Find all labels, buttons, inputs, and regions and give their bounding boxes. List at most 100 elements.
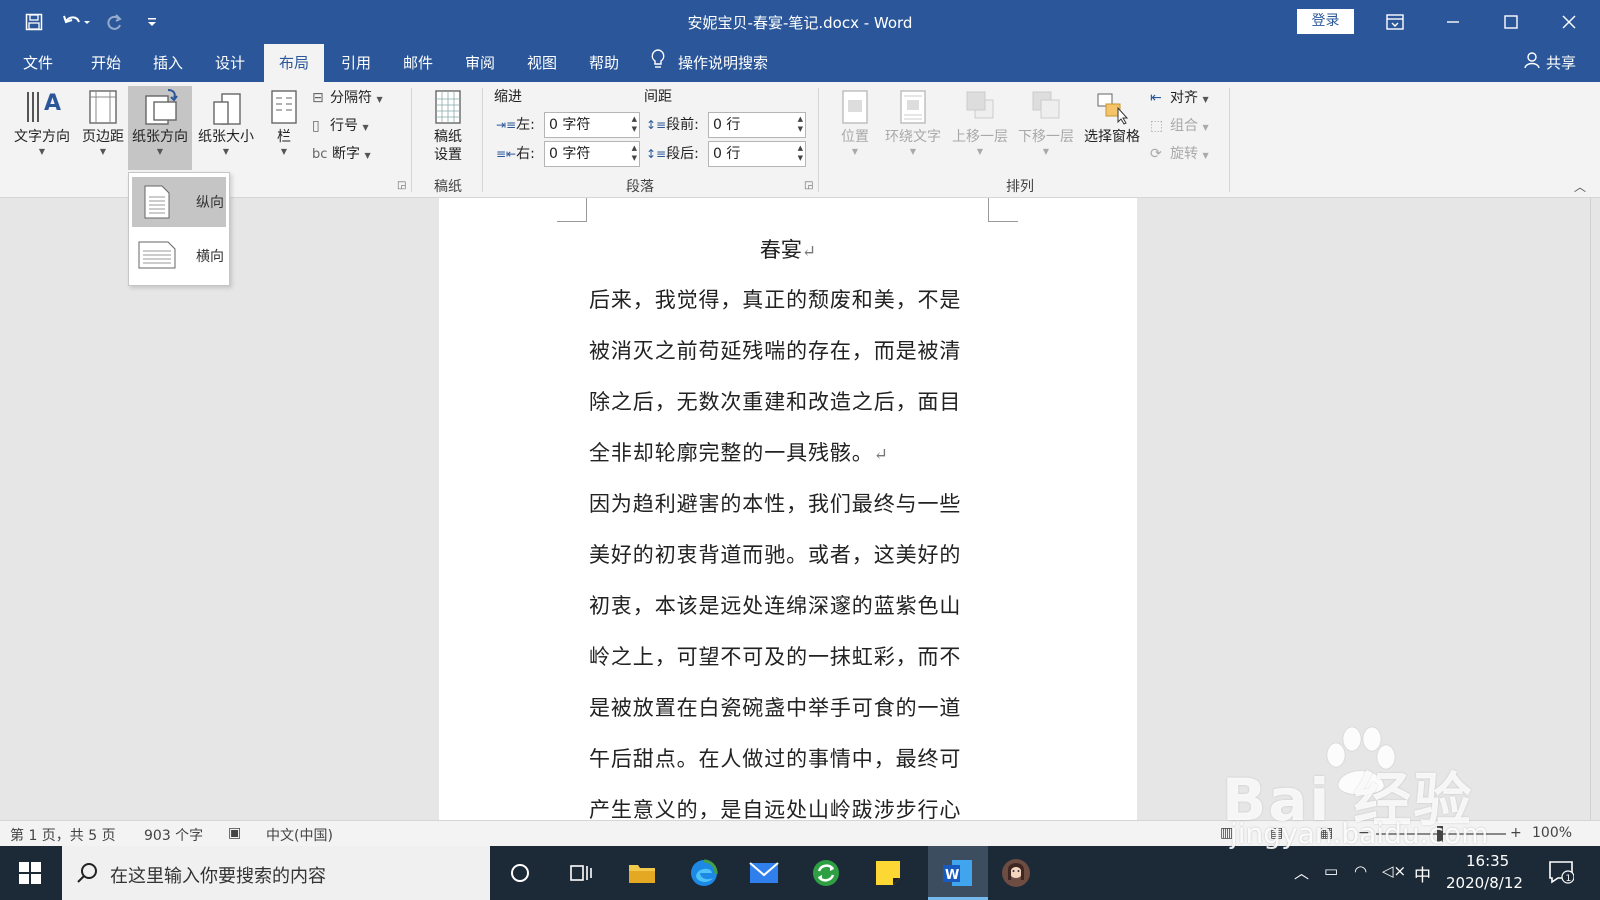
document-line[interactable]: 因为趋利避害的本性，我们最终与一些	[589, 488, 961, 518]
tab-layout[interactable]: 布局	[264, 44, 324, 82]
position-button[interactable]: 位置 ▼	[830, 86, 880, 170]
group-objects-button[interactable]: ⬚ 组合 ▼	[1150, 114, 1209, 138]
document-line[interactable]: 美好的初衷背道而驰。或者，这美好的	[589, 539, 961, 569]
file-explorer-icon[interactable]	[624, 855, 660, 891]
hyphenation-button[interactable]: bc 断字 ▼	[312, 142, 371, 166]
green-app-icon[interactable]	[808, 855, 844, 891]
ribbon: A 文字方向 ▼ 页边距 ▼ 纸张方向 ▼ 纸张大小 ▼ 栏 ▼ ⊟ 分隔符 ▼ ▯ 行号 ▼…	[0, 82, 1600, 198]
tab-home[interactable]: 开始	[78, 44, 134, 82]
collapse-ribbon-icon[interactable]: ︿	[1574, 178, 1586, 195]
document-line[interactable]: 是被放置在白瓷碗盏中举手可食的一道	[589, 692, 961, 722]
tab-references[interactable]: 引用	[328, 44, 384, 82]
spacing-after-label: ↕≡段后:	[646, 141, 699, 167]
orientation-portrait-option[interactable]: 纵向	[132, 177, 226, 227]
tab-design[interactable]: 设计	[202, 44, 258, 82]
landscape-page-icon	[138, 241, 176, 269]
rotate-button[interactable]: ⟳ 旋转 ▼	[1150, 142, 1209, 166]
page-setup-launcher-icon[interactable]: ◲	[397, 180, 406, 191]
document-line[interactable]: 午后甜点。在人做过的事情中，最终可	[589, 743, 961, 773]
print-layout-icon[interactable]: ▤	[1270, 825, 1283, 841]
spacing-before-input[interactable]: 0 行 ▲ ▼	[708, 112, 806, 138]
vertical-scrollbar[interactable]	[1590, 198, 1600, 820]
clock-date[interactable]: 2020/8/12	[1446, 874, 1523, 892]
minimize-icon[interactable]	[1424, 0, 1482, 44]
web-layout-icon[interactable]: ▦	[1320, 825, 1333, 841]
zoom-in-icon[interactable]: +	[1510, 825, 1522, 841]
indent-right-value: 0 字符	[549, 146, 591, 162]
word-count[interactable]: 903 个字	[144, 825, 203, 845]
spin-arrows-icon[interactable]: ▲ ▼	[632, 114, 637, 134]
manuscript-settings-button[interactable]: 稿纸 设置	[422, 86, 474, 170]
document-line[interactable]: 初衷，本该是远处连绵深邃的蓝紫色山	[589, 590, 961, 620]
paragraph-mark: ↵	[801, 242, 817, 262]
size-button[interactable]: 纸张大小 ▼	[194, 86, 258, 170]
paragraph-launcher-icon[interactable]: ◲	[804, 180, 813, 191]
zoom-out-icon[interactable]: −	[1358, 825, 1370, 841]
indent-right-input[interactable]: 0 字符 ▲ ▼	[544, 141, 640, 167]
text-direction-button[interactable]: A 文字方向 ▼	[10, 86, 74, 170]
tab-insert[interactable]: 插入	[140, 44, 196, 82]
spin-arrows-icon[interactable]: ▲ ▼	[798, 114, 803, 134]
wrap-text-button[interactable]: 环绕文字 ▼	[880, 86, 946, 170]
edge-browser-icon[interactable]	[686, 855, 722, 891]
close-icon[interactable]	[1540, 0, 1598, 44]
manuscript-label-line1: 稿纸	[434, 129, 462, 145]
tell-me-search[interactable]: 操作说明搜索	[650, 44, 800, 82]
read-mode-icon[interactable]: ▥	[1220, 825, 1233, 841]
indent-left-input[interactable]: 0 字符 ▲ ▼	[544, 112, 640, 138]
document-line[interactable]: 全非却轮廓完整的一具残骸。↵	[589, 437, 889, 467]
tab-help[interactable]: 帮助	[576, 44, 632, 82]
ime-indicator[interactable]: 中	[1414, 861, 1431, 886]
document-line[interactable]: 除之后，无数次重建和改造之后，面目	[589, 386, 961, 416]
tab-review[interactable]: 审阅	[452, 44, 508, 82]
notification-center-icon[interactable]: 1	[1548, 860, 1575, 888]
volume-icon[interactable]: ◁×	[1382, 862, 1406, 880]
spin-arrows-icon[interactable]: ▲ ▼	[798, 143, 803, 163]
task-view-icon[interactable]	[562, 855, 598, 891]
document-heading[interactable]: 春宴↵	[439, 234, 1137, 264]
battery-icon[interactable]: ▭	[1324, 862, 1338, 880]
document-line[interactable]: 产生意义的，是自远处山岭跋涉步行心	[589, 794, 961, 820]
document-line[interactable]: 岭之上，可望不可及的一抹虹彩，而不	[589, 641, 961, 671]
wifi-icon[interactable]: ◠	[1354, 862, 1367, 880]
zoom-level[interactable]: 100%	[1532, 825, 1572, 841]
sticky-notes-icon[interactable]	[870, 855, 906, 891]
language-indicator[interactable]: 中文(中国)	[266, 825, 333, 845]
share-button[interactable]: 共享	[1524, 44, 1576, 82]
margins-icon	[89, 90, 117, 124]
bring-forward-button[interactable]: 上移一层 ▼	[948, 86, 1012, 170]
tab-file[interactable]: 文件	[10, 44, 66, 82]
send-backward-icon	[1032, 91, 1060, 119]
clock-time[interactable]: 16:35	[1466, 852, 1509, 870]
mail-icon[interactable]	[746, 855, 782, 891]
group-separator	[1229, 88, 1230, 192]
ribbon-display-icon[interactable]	[1366, 0, 1424, 44]
taskbar-search-box[interactable]: 在这里输入你要搜索的内容	[62, 846, 490, 900]
cortana-icon[interactable]	[502, 855, 538, 891]
margins-button[interactable]: 页边距 ▼	[78, 86, 128, 170]
line-numbers-button[interactable]: ▯ 行号 ▼	[312, 114, 369, 138]
maximize-icon[interactable]	[1482, 0, 1540, 44]
spacing-after-input[interactable]: 0 行 ▲ ▼	[708, 141, 806, 167]
selection-pane-button[interactable]: 选择窗格	[1080, 86, 1144, 170]
columns-button[interactable]: 栏 ▼	[264, 86, 304, 170]
tab-view[interactable]: 视图	[514, 44, 570, 82]
login-button[interactable]: 登录	[1297, 9, 1354, 34]
document-line[interactable]: 被消灭之前苟延残喘的存在，而是被清	[589, 335, 961, 365]
orientation-landscape-option[interactable]: 横向	[132, 231, 226, 281]
breaks-button[interactable]: ⊟ 分隔符 ▼	[312, 86, 383, 110]
taskbar-word-active[interactable]: W	[928, 846, 988, 900]
user-avatar-icon[interactable]	[998, 855, 1034, 891]
document-line[interactable]: 后来，我觉得，真正的颓废和美，不是	[589, 284, 961, 314]
spin-arrows-icon[interactable]: ▲ ▼	[632, 143, 637, 163]
windows-start-icon[interactable]	[12, 855, 48, 891]
zoom-slider-thumb[interactable]	[1437, 826, 1443, 842]
page-count[interactable]: 第 1 页，共 5 页	[10, 825, 116, 845]
align-button[interactable]: ⇤ 对齐 ▼	[1150, 86, 1209, 110]
orientation-button[interactable]: 纸张方向 ▼	[128, 86, 192, 170]
tab-mailings[interactable]: 邮件	[390, 44, 446, 82]
tray-chevron-icon[interactable]: ︿	[1294, 862, 1309, 883]
document-page[interactable]: 春宴↵ 后来，我觉得，真正的颓废和美，不是 被消灭之前苟延残喘的存在，而是被清 除之…	[439, 198, 1137, 820]
proofing-icon[interactable]: ▣	[228, 825, 241, 841]
send-backward-button[interactable]: 下移一层 ▼	[1014, 86, 1078, 170]
